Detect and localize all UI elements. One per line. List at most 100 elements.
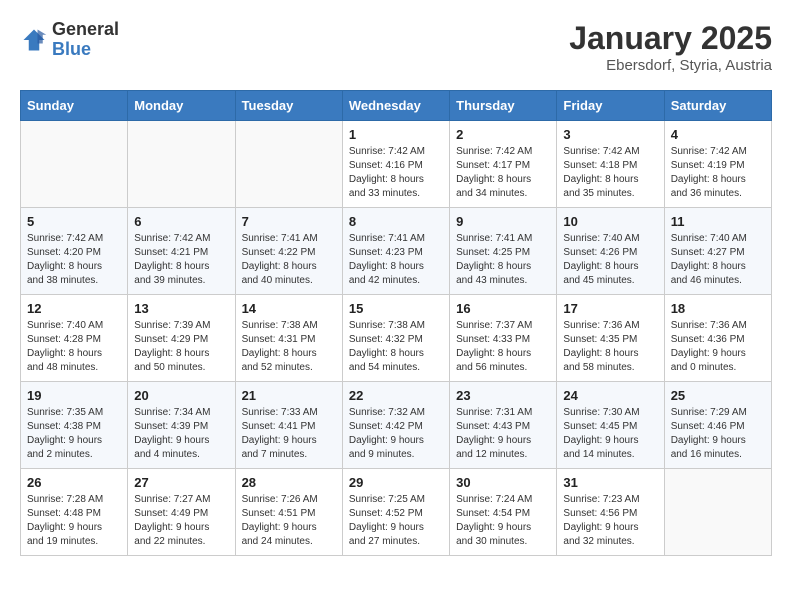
day-number: 19 [27, 388, 121, 403]
day-info: Sunrise: 7:37 AM Sunset: 4:33 PM Dayligh… [456, 319, 550, 375]
day-info: Sunrise: 7:42 AM Sunset: 4:16 PM Dayligh… [349, 145, 443, 201]
day-number: 22 [349, 388, 443, 403]
day-number: 8 [349, 214, 443, 229]
calendar-cell: 13Sunrise: 7:39 AM Sunset: 4:29 PM Dayli… [128, 295, 235, 382]
calendar-table: Sunday Monday Tuesday Wednesday Thursday… [20, 90, 772, 556]
day-number: 2 [456, 127, 550, 142]
calendar-cell: 11 Sunrise: 7:40 AM Sunset: 4:27 PM Dayli… [664, 208, 771, 295]
day-info: Sunrise: 7:41 AM Sunset: 4:23 PM Dayligh… [349, 232, 443, 288]
day-info: Sunrise: 7:26 AM Sunset: 4:51 PM Dayligh… [242, 493, 336, 549]
calendar-cell [128, 121, 235, 208]
day-info: Sunrise: 7:42 AM Sunset: 4:20 PM Dayligh… [27, 232, 121, 288]
col-tuesday: Tuesday [235, 91, 342, 121]
day-number: 28 [242, 475, 336, 490]
col-wednesday: Wednesday [342, 91, 449, 121]
calendar-cell: 3Sunrise: 7:42 AM Sunset: 4:18 PM Daylig… [557, 121, 664, 208]
day-info: Sunrise: 7:40 AM Sunset: 4:27 PM Dayligh… [671, 232, 765, 288]
day-info: Sunrise: 7:36 AM Sunset: 4:36 PM Dayligh… [671, 319, 765, 375]
calendar-cell: 24 Sunrise: 7:30 AM Sunset: 4:45 PM Dayli… [557, 382, 664, 469]
day-number: 20 [134, 388, 228, 403]
day-info: Sunrise: 7:40 AM Sunset: 4:28 PM Dayligh… [27, 319, 121, 375]
calendar-cell: 20 Sunrise: 7:34 AM Sunset: 4:39 PM Dayli… [128, 382, 235, 469]
day-number: 30 [456, 475, 550, 490]
day-number: 1 [349, 127, 443, 142]
day-number: 24 [563, 388, 657, 403]
day-number: 13 [134, 301, 228, 316]
day-info: Sunrise: 7:28 AM Sunset: 4:48 PM Dayligh… [27, 493, 121, 549]
day-info: Sunrise: 7:36 AM Sunset: 4:35 PM Dayligh… [563, 319, 657, 375]
day-info: Sunrise: 7:24 AM Sunset: 4:54 PM Dayligh… [456, 493, 550, 549]
logo-blue: Blue [52, 39, 91, 59]
day-info: Sunrise: 7:29 AM Sunset: 4:46 PM Dayligh… [671, 406, 765, 462]
calendar-cell: 23 Sunrise: 7:31 AM Sunset: 4:43 PM Dayli… [450, 382, 557, 469]
day-info: Sunrise: 7:41 AM Sunset: 4:22 PM Dayligh… [242, 232, 336, 288]
day-info: Sunrise: 7:32 AM Sunset: 4:42 PM Dayligh… [349, 406, 443, 462]
col-friday: Friday [557, 91, 664, 121]
calendar-week-2: 5Sunrise: 7:42 AM Sunset: 4:20 PM Daylig… [21, 208, 772, 295]
day-info: Sunrise: 7:40 AM Sunset: 4:26 PM Dayligh… [563, 232, 657, 288]
day-info: Sunrise: 7:38 AM Sunset: 4:32 PM Dayligh… [349, 319, 443, 375]
month-title: January 2025 [569, 20, 772, 57]
logo-icon [20, 26, 48, 54]
calendar-cell: 29Sunrise: 7:25 AM Sunset: 4:52 PM Dayli… [342, 469, 449, 556]
day-number: 6 [134, 214, 228, 229]
calendar-cell: 25 Sunrise: 7:29 AM Sunset: 4:46 PM Dayli… [664, 382, 771, 469]
calendar-cell: 10Sunrise: 7:40 AM Sunset: 4:26 PM Dayli… [557, 208, 664, 295]
day-info: Sunrise: 7:42 AM Sunset: 4:17 PM Dayligh… [456, 145, 550, 201]
day-number: 4 [671, 127, 765, 142]
col-saturday: Saturday [664, 91, 771, 121]
logo-text: General Blue [52, 20, 119, 60]
calendar-cell: 16Sunrise: 7:37 AM Sunset: 4:33 PM Dayli… [450, 295, 557, 382]
day-number: 21 [242, 388, 336, 403]
col-thursday: Thursday [450, 91, 557, 121]
calendar-cell [664, 469, 771, 556]
day-info: Sunrise: 7:42 AM Sunset: 4:21 PM Dayligh… [134, 232, 228, 288]
day-number: 14 [242, 301, 336, 316]
calendar-cell: 8 Sunrise: 7:41 AM Sunset: 4:23 PM Daylig… [342, 208, 449, 295]
calendar-cell: 28 Sunrise: 7:26 AM Sunset: 4:51 PM Dayli… [235, 469, 342, 556]
calendar-body: 1 Sunrise: 7:42 AM Sunset: 4:16 PM Daylig… [21, 121, 772, 556]
day-info: Sunrise: 7:34 AM Sunset: 4:39 PM Dayligh… [134, 406, 228, 462]
calendar-header: Sunday Monday Tuesday Wednesday Thursday… [21, 91, 772, 121]
calendar-cell: 27Sunrise: 7:27 AM Sunset: 4:49 PM Dayli… [128, 469, 235, 556]
day-number: 25 [671, 388, 765, 403]
day-number: 3 [563, 127, 657, 142]
day-number: 27 [134, 475, 228, 490]
day-info: Sunrise: 7:42 AM Sunset: 4:19 PM Dayligh… [671, 145, 765, 201]
calendar-cell: 22 Sunrise: 7:32 AM Sunset: 4:42 PM Dayli… [342, 382, 449, 469]
day-info: Sunrise: 7:38 AM Sunset: 4:31 PM Dayligh… [242, 319, 336, 375]
page-header: General Blue January 2025 Ebersdorf, Sty… [20, 20, 772, 74]
calendar-cell: 9Sunrise: 7:41 AM Sunset: 4:25 PM Daylig… [450, 208, 557, 295]
day-info: Sunrise: 7:35 AM Sunset: 4:38 PM Dayligh… [27, 406, 121, 462]
calendar-week-1: 1 Sunrise: 7:42 AM Sunset: 4:16 PM Daylig… [21, 121, 772, 208]
calendar-cell: 21Sunrise: 7:33 AM Sunset: 4:41 PM Dayli… [235, 382, 342, 469]
calendar-cell: 17Sunrise: 7:36 AM Sunset: 4:35 PM Dayli… [557, 295, 664, 382]
day-number: 23 [456, 388, 550, 403]
location-subtitle: Ebersdorf, Styria, Austria [569, 57, 772, 74]
calendar-cell: 12Sunrise: 7:40 AM Sunset: 4:28 PM Dayli… [21, 295, 128, 382]
calendar-cell: 30 Sunrise: 7:24 AM Sunset: 4:54 PM Dayli… [450, 469, 557, 556]
day-number: 15 [349, 301, 443, 316]
day-info: Sunrise: 7:30 AM Sunset: 4:45 PM Dayligh… [563, 406, 657, 462]
header-row: Sunday Monday Tuesday Wednesday Thursday… [21, 91, 772, 121]
day-number: 11 [671, 214, 765, 229]
day-number: 9 [456, 214, 550, 229]
calendar-cell: 1 Sunrise: 7:42 AM Sunset: 4:16 PM Daylig… [342, 121, 449, 208]
calendar-week-4: 19 Sunrise: 7:35 AM Sunset: 4:38 PM Dayli… [21, 382, 772, 469]
col-monday: Monday [128, 91, 235, 121]
day-info: Sunrise: 7:25 AM Sunset: 4:52 PM Dayligh… [349, 493, 443, 549]
calendar-cell: 19 Sunrise: 7:35 AM Sunset: 4:38 PM Dayli… [21, 382, 128, 469]
calendar-cell: 4 Sunrise: 7:42 AM Sunset: 4:19 PM Daylig… [664, 121, 771, 208]
calendar-cell: 14 Sunrise: 7:38 AM Sunset: 4:31 PM Dayli… [235, 295, 342, 382]
col-sunday: Sunday [21, 91, 128, 121]
calendar-cell: 15 Sunrise: 7:38 AM Sunset: 4:32 PM Dayli… [342, 295, 449, 382]
calendar-cell: 26Sunrise: 7:28 AM Sunset: 4:48 PM Dayli… [21, 469, 128, 556]
calendar-week-3: 12Sunrise: 7:40 AM Sunset: 4:28 PM Dayli… [21, 295, 772, 382]
calendar-cell [21, 121, 128, 208]
logo: General Blue [20, 20, 119, 60]
day-number: 18 [671, 301, 765, 316]
day-number: 31 [563, 475, 657, 490]
logo-general: General [52, 19, 119, 39]
calendar-cell [235, 121, 342, 208]
day-info: Sunrise: 7:31 AM Sunset: 4:43 PM Dayligh… [456, 406, 550, 462]
